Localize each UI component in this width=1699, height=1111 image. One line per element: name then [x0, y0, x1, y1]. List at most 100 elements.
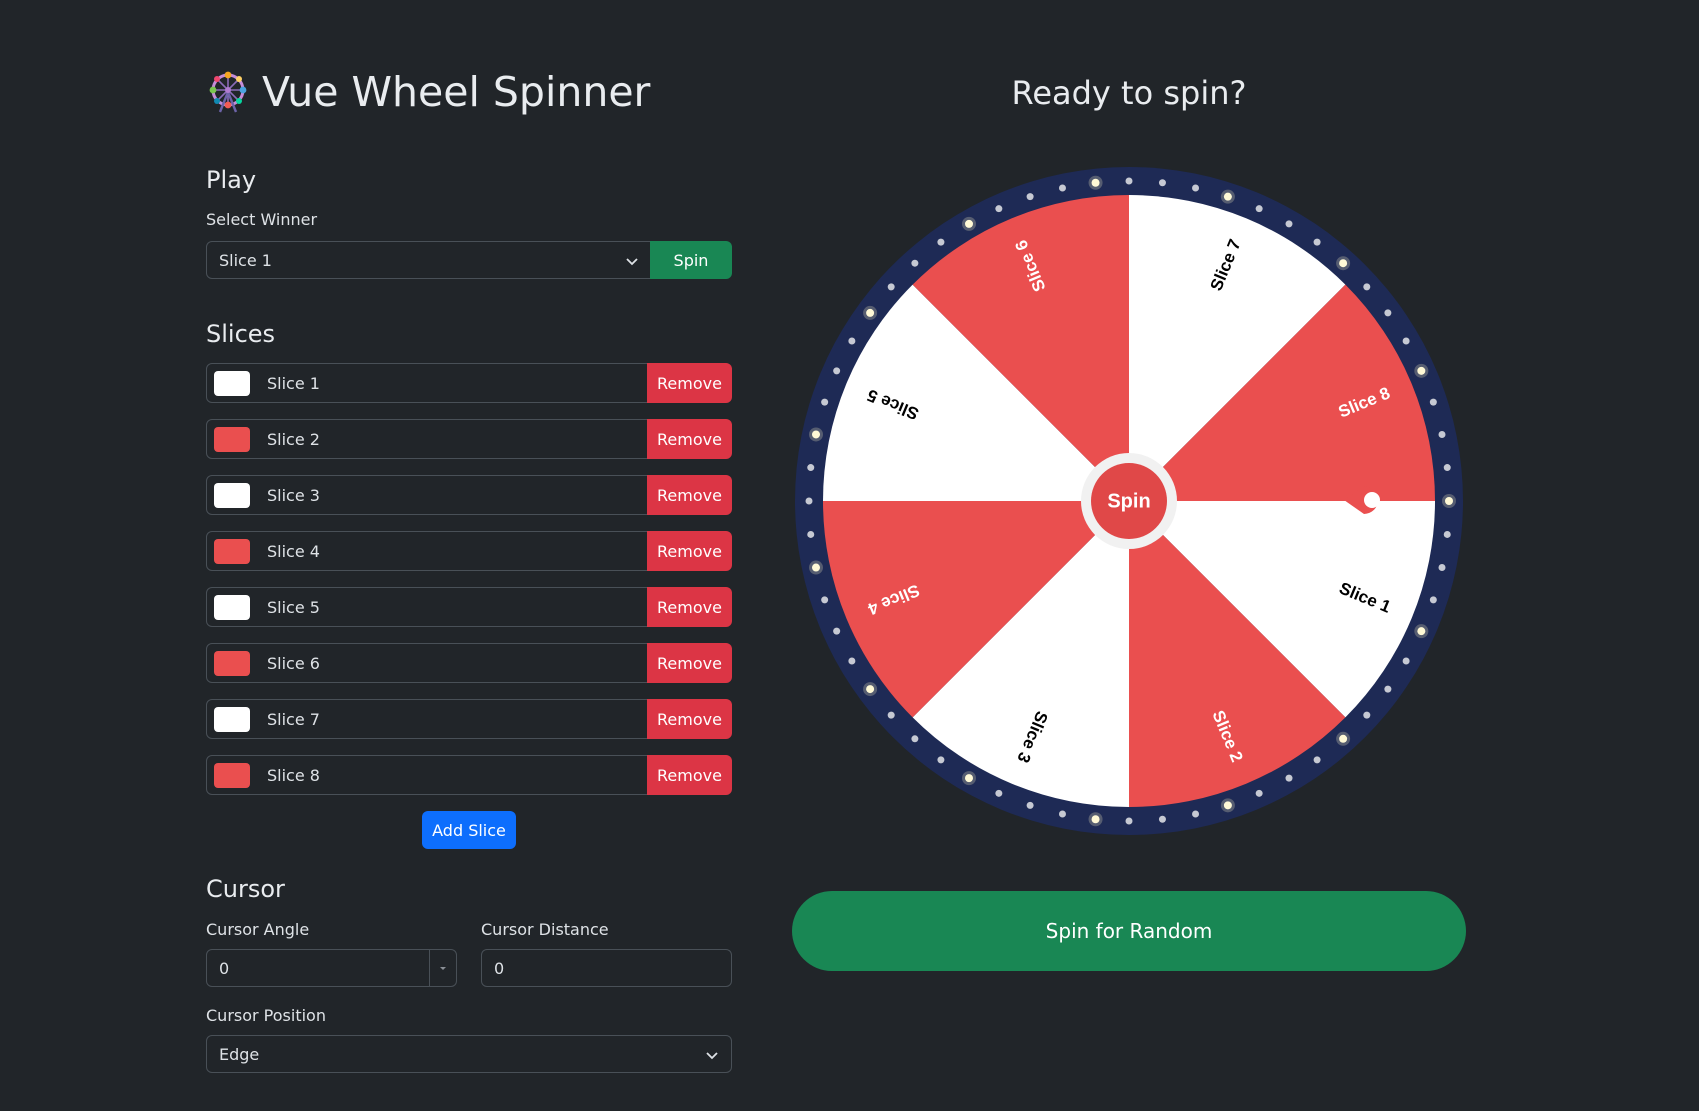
rim-light	[1192, 810, 1200, 818]
rim-light	[1443, 530, 1451, 538]
slice-name-value: Slice 3	[267, 485, 320, 505]
rim-light	[1402, 337, 1410, 345]
rim-light	[1285, 774, 1293, 782]
slice-name-input[interactable]: Slice 7	[255, 699, 654, 739]
rim-light	[1445, 497, 1453, 505]
slice-name-value: Slice 7	[267, 709, 320, 729]
rim-light	[1313, 756, 1321, 764]
spin-button[interactable]: Spin	[650, 241, 732, 279]
cursor-angle-value: 0	[219, 958, 230, 978]
cursor-distance-input[interactable]: 0	[481, 949, 732, 987]
color-picker[interactable]	[206, 475, 256, 515]
rim-light	[995, 789, 1003, 797]
remove-slice-button[interactable]: Remove	[647, 699, 732, 739]
rim-light	[866, 685, 875, 694]
rim-light	[1158, 179, 1166, 187]
slice-name-input[interactable]: Slice 2	[255, 419, 654, 459]
color-picker[interactable]	[206, 531, 256, 571]
rim-light	[811, 563, 820, 572]
slice-name-value: Slice 2	[267, 429, 320, 449]
color-swatch	[214, 427, 250, 452]
add-slice-button[interactable]: Add Slice	[422, 811, 516, 849]
slice-row: Slice 2 Remove	[206, 419, 732, 459]
slice-name-value: Slice 6	[267, 653, 320, 673]
rim-light	[995, 205, 1003, 213]
color-picker[interactable]	[206, 755, 256, 795]
rim-light	[1402, 657, 1410, 665]
rim-light	[1339, 259, 1348, 268]
remove-slice-button[interactable]: Remove	[647, 475, 732, 515]
slices-heading: Slices	[206, 320, 276, 348]
slice-name-input[interactable]: Slice 6	[255, 643, 654, 683]
rim-light	[1223, 801, 1232, 810]
rim-light	[1443, 464, 1451, 472]
slice-name-input[interactable]: Slice 1	[255, 363, 654, 403]
color-swatch	[214, 707, 250, 732]
play-heading: Play	[206, 166, 257, 194]
rim-light	[1339, 734, 1348, 743]
slice-row: Slice 7 Remove	[206, 699, 732, 739]
color-picker[interactable]	[206, 643, 256, 683]
stepper-arrows-icon[interactable]	[429, 950, 456, 986]
chevron-down-icon	[706, 1052, 718, 1060]
rim-light	[1438, 430, 1446, 438]
remove-slice-button[interactable]: Remove	[647, 755, 732, 795]
rim-light	[821, 398, 829, 406]
winner-select[interactable]: Slice 1	[206, 241, 652, 279]
slice-name-input[interactable]: Slice 3	[255, 475, 654, 515]
remove-slice-button[interactable]: Remove	[647, 419, 732, 459]
rim-light	[1285, 220, 1293, 228]
rim-light	[887, 283, 895, 291]
remove-slice-button[interactable]: Remove	[647, 643, 732, 683]
cursor-position-select[interactable]: Edge	[206, 1035, 732, 1073]
cursor-pointer-dot	[1364, 492, 1380, 508]
slice-name-input[interactable]: Slice 8	[255, 755, 654, 795]
cursor-distance-value: 0	[494, 958, 505, 978]
rim-light	[833, 627, 841, 635]
color-picker[interactable]	[206, 587, 256, 627]
cursor-position-label: Cursor Position	[206, 1006, 326, 1025]
color-swatch	[214, 371, 250, 396]
rim-light	[1026, 193, 1034, 201]
rim-light	[1255, 789, 1263, 797]
color-swatch	[214, 651, 250, 676]
rim-light	[1438, 564, 1446, 572]
cursor-position-value: Edge	[219, 1044, 260, 1064]
spin-random-button[interactable]: Spin for Random	[792, 891, 1466, 971]
prize-wheel[interactable]: Slice 1Slice 2Slice 3Slice 4Slice 5Slice…	[792, 164, 1466, 838]
rim-light	[1026, 801, 1034, 809]
slice-name-value: Slice 4	[267, 541, 320, 561]
color-picker[interactable]	[206, 363, 256, 403]
slice-row: Slice 3 Remove	[206, 475, 732, 515]
rim-light	[1091, 815, 1100, 824]
rim-light	[1384, 309, 1392, 317]
rim-light	[811, 430, 820, 439]
remove-slice-button[interactable]: Remove	[647, 363, 732, 403]
rim-light	[1255, 205, 1263, 213]
rim-light	[1223, 192, 1232, 201]
color-picker[interactable]	[206, 419, 256, 459]
rim-light	[1125, 177, 1133, 185]
rim-light	[1384, 685, 1392, 693]
cursor-angle-input[interactable]: 0	[206, 949, 457, 987]
slice-row: Slice 4 Remove	[206, 531, 732, 571]
remove-slice-button[interactable]: Remove	[647, 531, 732, 571]
rim-light	[866, 308, 875, 317]
slice-name-input[interactable]: Slice 4	[255, 531, 654, 571]
rim-light	[1417, 627, 1426, 636]
rim-light	[1058, 810, 1066, 818]
rim-light	[1091, 178, 1100, 187]
rim-light	[807, 530, 815, 538]
spin-status: Ready to spin?	[1011, 74, 1247, 112]
rim-light	[1158, 815, 1166, 823]
rim-light	[1313, 238, 1321, 246]
rim-light	[1429, 596, 1437, 604]
slice-name-input[interactable]: Slice 5	[255, 587, 654, 627]
color-swatch	[214, 539, 250, 564]
center-spin-label: Spin	[1107, 490, 1150, 512]
rim-light	[807, 464, 815, 472]
select-winner-label: Select Winner	[206, 210, 318, 229]
remove-slice-button[interactable]: Remove	[647, 587, 732, 627]
rim-light	[848, 337, 856, 345]
color-picker[interactable]	[206, 699, 256, 739]
